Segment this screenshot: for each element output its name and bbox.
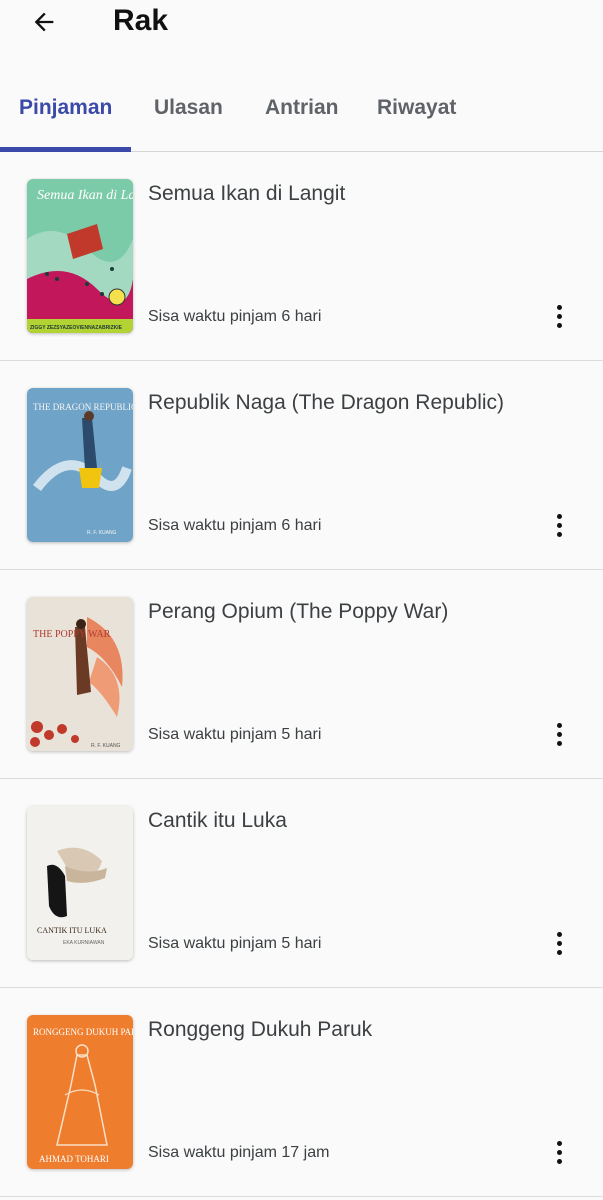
loan-time-remaining: Sisa waktu pinjam 5 hari: [148, 935, 322, 952]
loan-time-remaining: Sisa waktu pinjam 17 jam: [148, 1144, 330, 1161]
more-options-button[interactable]: [540, 919, 578, 967]
more-vert-icon: [556, 304, 562, 310]
tab-riwayat[interactable]: Riwayat: [377, 80, 456, 152]
top-app-bar: Rak: [0, 0, 603, 56]
book-cover[interactable]: RONGGENG DUKUH PARUK AHMAD TOHARI: [27, 1015, 133, 1169]
cover-title-text: RONGGENG DUKUH PARUK: [33, 1027, 133, 1037]
tab-pinjaman[interactable]: Pinjaman: [19, 80, 112, 152]
loan-time-remaining: Sisa waktu pinjam 5 hari: [148, 726, 322, 743]
list-item[interactable]: THE POPPY WAR R. F. KUANG Perang Opium (…: [0, 570, 603, 779]
book-cover[interactable]: THE POPPY WAR R. F. KUANG: [27, 597, 133, 751]
list-item[interactable]: Semua Ikan di Langit ZIGGY ZEZSYAZEOVIEN…: [0, 152, 603, 361]
more-vert-icon: [556, 722, 562, 728]
loan-list: Semua Ikan di Langit ZIGGY ZEZSYAZEOVIEN…: [0, 152, 603, 1197]
more-options-button[interactable]: [540, 501, 578, 549]
tab-ulasan[interactable]: Ulasan: [154, 80, 223, 152]
cover-title-text: THE POPPY WAR: [33, 629, 111, 640]
list-item[interactable]: CANTIK ITU LUKA EKA KURNIAWAN Cantik itu…: [0, 779, 603, 988]
book-cover-art: THE DRAGON REPUBLIC R. F. KUANG: [27, 388, 133, 542]
more-options-button[interactable]: [540, 292, 578, 340]
tab-antrian[interactable]: Antrian: [265, 80, 339, 152]
more-vert-icon: [556, 931, 562, 937]
book-title[interactable]: Perang Opium (The Poppy War): [148, 599, 448, 625]
book-cover[interactable]: CANTIK ITU LUKA EKA KURNIAWAN: [27, 806, 133, 960]
more-options-button[interactable]: [540, 710, 578, 758]
more-vert-icon: [556, 513, 562, 519]
cover-author-text: ZIGGY ZEZSYAZEOVIENNAZABRIZKIE: [30, 325, 123, 331]
cover-title-text: Semua Ikan di Langit: [37, 188, 133, 203]
arrow-back-icon: [34, 12, 54, 32]
book-title[interactable]: Republik Naga (The Dragon Republic): [148, 390, 504, 416]
book-cover[interactable]: Semua Ikan di Langit ZIGGY ZEZSYAZEOVIEN…: [27, 179, 133, 333]
book-cover-art: THE POPPY WAR R. F. KUANG: [27, 597, 133, 751]
list-item[interactable]: RONGGENG DUKUH PARUK AHMAD TOHARI Rongge…: [0, 988, 603, 1197]
loan-time-remaining: Sisa waktu pinjam 6 hari: [148, 517, 322, 534]
more-options-button[interactable]: [540, 1128, 578, 1176]
book-title[interactable]: Ronggeng Dukuh Paruk: [148, 1017, 372, 1043]
back-button[interactable]: [22, 0, 66, 44]
book-cover[interactable]: THE DRAGON REPUBLIC R. F. KUANG: [27, 388, 133, 542]
book-cover-art: Semua Ikan di Langit ZIGGY ZEZSYAZEOVIEN…: [27, 179, 133, 333]
tab-bar: Pinjaman Ulasan Antrian Riwayat: [0, 80, 603, 152]
book-title[interactable]: Cantik itu Luka: [148, 808, 287, 834]
cover-author-text: EKA KURNIAWAN: [63, 940, 105, 946]
cover-author-text: AHMAD TOHARI: [39, 1154, 109, 1164]
cover-author-text: R. F. KUANG: [87, 530, 117, 536]
cover-title-text: THE DRAGON REPUBLIC: [33, 402, 133, 412]
book-title[interactable]: Semua Ikan di Langit: [148, 181, 345, 207]
more-vert-icon: [556, 1140, 562, 1146]
book-cover-art: CANTIK ITU LUKA EKA KURNIAWAN: [27, 806, 133, 960]
loan-time-remaining: Sisa waktu pinjam 6 hari: [148, 308, 322, 325]
page-title: Rak: [113, 4, 169, 37]
cover-author-text: R. F. KUANG: [91, 743, 121, 749]
cover-title-text: CANTIK ITU LUKA: [37, 926, 107, 935]
book-cover-art: RONGGENG DUKUH PARUK AHMAD TOHARI: [27, 1015, 133, 1169]
list-item[interactable]: THE DRAGON REPUBLIC R. F. KUANG Republik…: [0, 361, 603, 570]
